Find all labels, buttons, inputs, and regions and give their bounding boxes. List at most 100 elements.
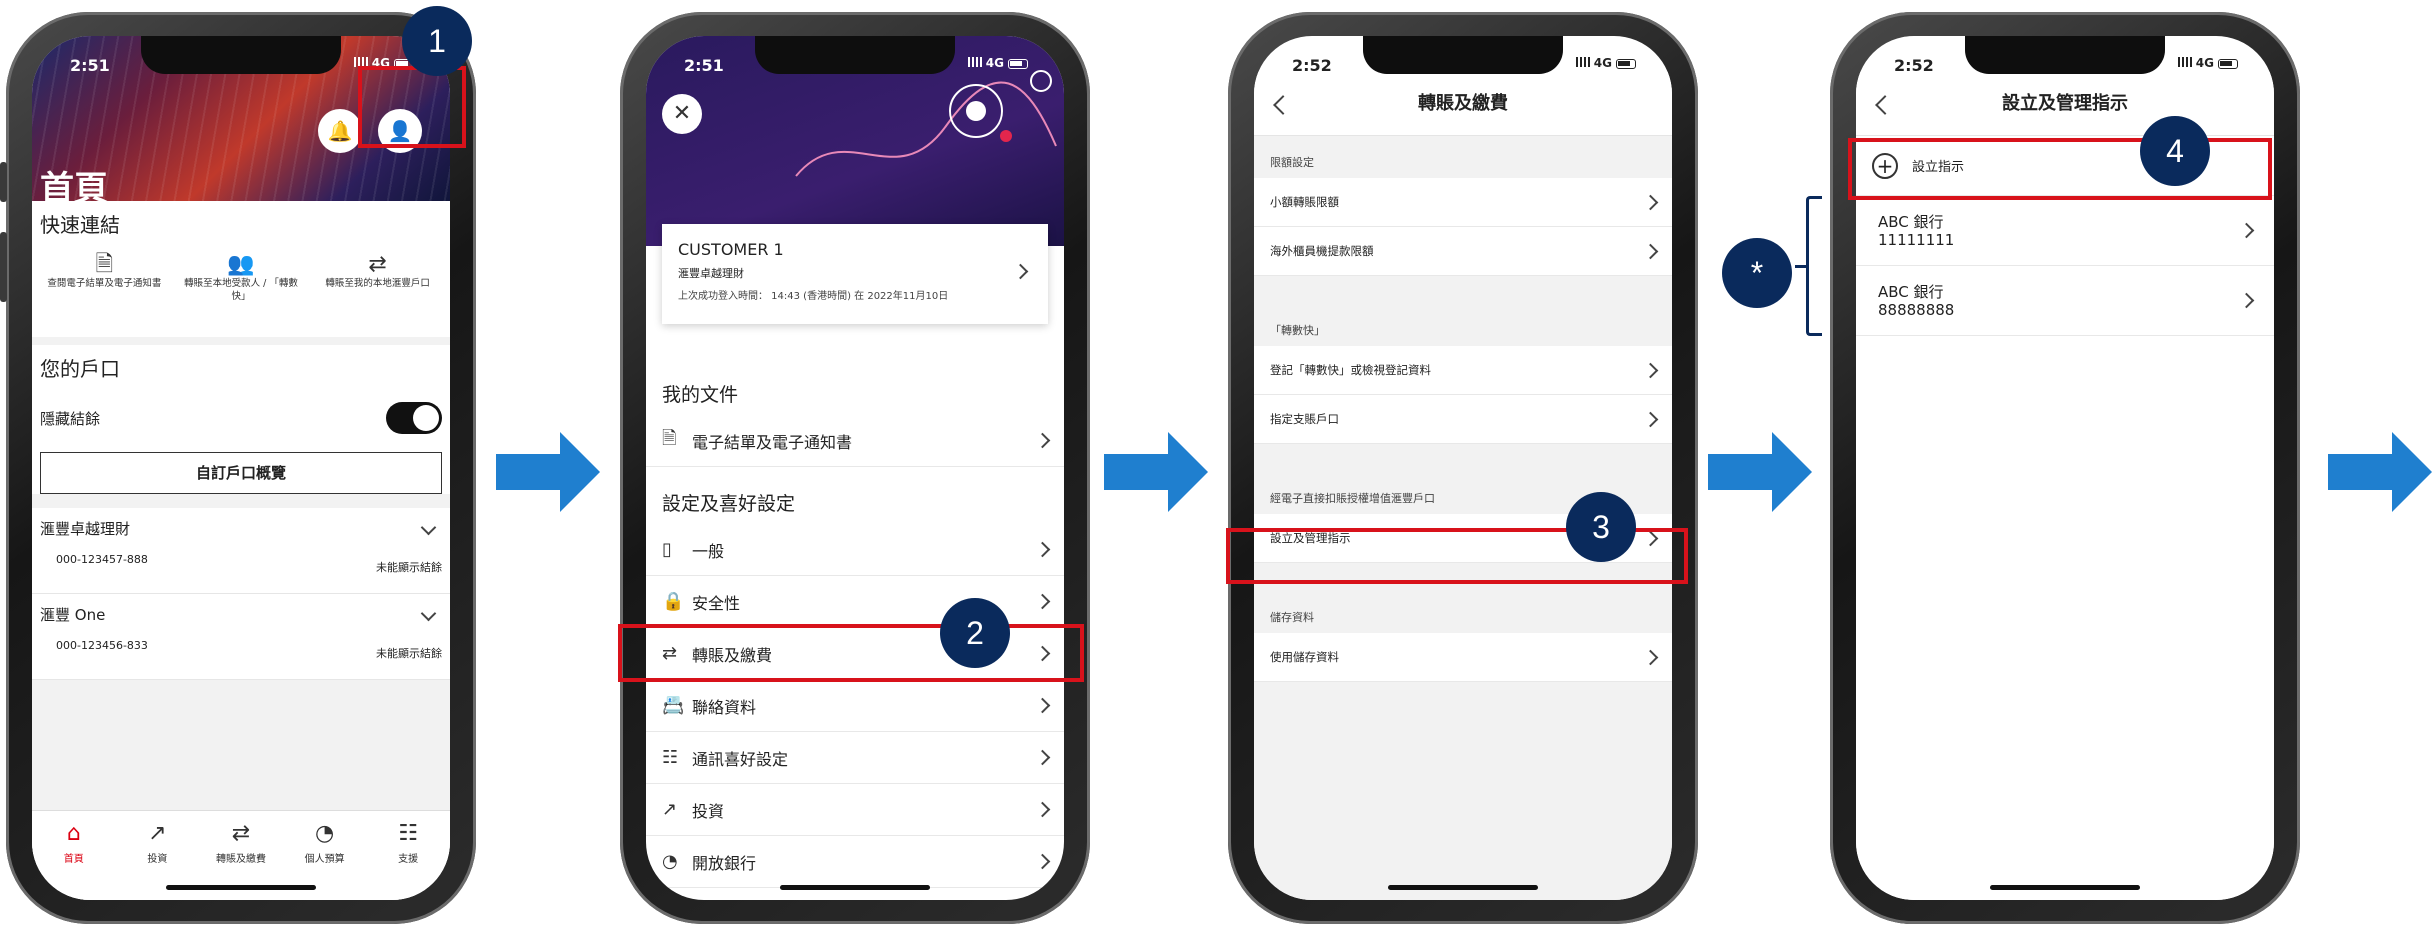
signal-icon <box>353 57 368 67</box>
section-title: 我的文件 <box>662 384 739 406</box>
document-icon: 🗎 <box>95 252 114 277</box>
step-badge: 3 <box>1566 492 1636 562</box>
phone-frame-2: 2:51 4G ✕ CUSTOMER 1 滙豐卓越理財 上次成功登入時間： 14… <box>620 12 1090 924</box>
close-icon[interactable]: ✕ <box>662 94 702 134</box>
contact-card-icon: 📇 <box>662 695 685 716</box>
transfer-icon: ⇄ <box>231 821 251 846</box>
status-time: 2:52 <box>1292 56 1332 75</box>
menu-item-contact[interactable]: 📇 聯絡資料 <box>646 680 1064 732</box>
notification-bell-icon[interactable]: 🔔 <box>318 109 362 153</box>
menu-item-communication[interactable]: ☷ 通訊喜好設定 <box>646 732 1064 784</box>
menu-item-overseas-atm-limit[interactable]: 海外櫃員機提款限額 <box>1254 227 1672 276</box>
chart-icon: ↗ <box>662 799 678 820</box>
nav-bar: 設立及管理指示 <box>1856 72 2274 136</box>
network-type: 4G <box>985 56 1004 70</box>
chevron-right-icon <box>1034 801 1051 818</box>
chevron-right-icon <box>1034 853 1051 870</box>
instruction-item[interactable]: ABC 銀行 11111111 <box>1856 196 2274 266</box>
menu-item-general[interactable]: ▯ 一般 <box>646 524 1064 576</box>
chat-icon: ☷ <box>398 821 419 846</box>
chevron-right-icon <box>2238 292 2255 309</box>
menu-item-open-banking[interactable]: ◔ 開放銀行 <box>646 836 1064 888</box>
arrow-right-icon <box>496 432 600 512</box>
account-name: 滙豐 One <box>40 606 106 624</box>
section-title: 設定及喜好設定 <box>662 493 796 515</box>
battery-icon <box>1616 58 1636 69</box>
hide-balance-toggle[interactable] <box>386 402 442 434</box>
menu-item-debit-account[interactable]: 指定支賬戶口 <box>1254 395 1672 444</box>
document-icon: 🗎 <box>662 427 677 449</box>
account-card[interactable]: 滙豐 One 000-123456-833 未能顯示結餘 <box>32 594 450 680</box>
chevron-right-icon <box>1642 649 1659 665</box>
account-card[interactable]: 滙豐卓越理財 000-123457-888 未能顯示結餘 <box>32 508 450 594</box>
home-icon: ⌂ <box>66 821 81 846</box>
add-instruction-label: 設立指示 <box>1912 160 1965 175</box>
signal-icon <box>967 57 982 67</box>
hide-balance-label: 隱藏結餘 <box>40 409 101 428</box>
quick-link-own-account[interactable]: ⇄ 轉賬至我的本地滙豐戶口 <box>317 252 439 303</box>
tab-support[interactable]: ☷ 支援 <box>373 821 443 900</box>
phone-icon: ▯ <box>662 539 672 560</box>
phone-frame-1: 2:51 4G 🔔 👤 首頁 快速連結 🗎 查閱電子結單及電子通知書 👥 轉賬至本地… <box>0 12 476 924</box>
phone-frame-4: 2:52 4G 設立及管理指示 + 設立指示 ABC 銀行 11111111 AB… <box>1830 12 2300 924</box>
open-banking-icon: ◔ <box>662 851 678 872</box>
account-name: 滙豐卓越理財 <box>40 520 131 538</box>
add-instruction-button[interactable]: + 設立指示 <box>1856 136 2274 196</box>
chevron-right-icon <box>1642 194 1659 210</box>
chevron-right-icon <box>1034 645 1051 662</box>
exchange-icon: ⇄ <box>368 252 387 277</box>
balance-status: 未能顯示結餘 <box>376 647 442 660</box>
page-title: 設立及管理指示 <box>2002 93 2128 114</box>
customer-name: CUSTOMER 1 <box>678 240 784 259</box>
page-title: 轉賬及繳費 <box>1418 93 1508 114</box>
menu-item-small-transfer-limit[interactable]: 小額轉賬限額 <box>1254 178 1672 227</box>
notch <box>1965 36 2165 74</box>
screen-home: 2:51 4G 🔔 👤 首頁 快速連結 🗎 查閱電子結單及電子通知書 👥 轉賬至本地… <box>32 36 450 900</box>
group-header: 「轉數快」 <box>1270 324 1325 337</box>
chevron-right-icon <box>1642 362 1659 378</box>
status-time: 2:51 <box>70 56 110 75</box>
step-badge: 1 <box>402 6 472 76</box>
chevron-right-icon <box>1642 530 1659 546</box>
transfer-person-icon: 👥 <box>227 252 255 277</box>
balance-status: 未能顯示結餘 <box>376 561 442 574</box>
last-login: 上次成功登入時間： 14:43 (香港時間) 在 2022年11月10日 <box>678 291 949 302</box>
step-badge: 4 <box>2140 116 2210 186</box>
tab-home[interactable]: ⌂ 首頁 <box>39 821 109 900</box>
screen-manage-instructions: 2:52 4G 設立及管理指示 + 設立指示 ABC 銀行 11111111 AB… <box>1856 36 2274 900</box>
plus-circle-icon: + <box>1872 152 1898 179</box>
screen-transfer-settings: 2:52 4G 轉賬及繳費 限額設定 小額轉賬限額 海外櫃員機提款限額 「轉數快… <box>1254 36 1672 900</box>
signal-icon <box>2177 57 2192 67</box>
group-header: 限額設定 <box>1270 156 1314 169</box>
notch <box>755 36 955 74</box>
bank-name: ABC 銀行 <box>1878 282 1944 301</box>
exchange-icon: ⇄ <box>662 643 678 664</box>
customize-accounts-button[interactable]: 自訂戶口概覽 <box>40 452 442 494</box>
chevron-right-icon <box>1642 243 1659 259</box>
notch <box>141 36 341 74</box>
customer-card[interactable]: CUSTOMER 1 滙豐卓越理財 上次成功登入時間： 14:43 (香港時間)… <box>662 224 1048 324</box>
battery-icon <box>1008 58 1028 69</box>
budget-icon: ◔ <box>314 821 335 846</box>
quick-link-transfer-payee[interactable]: 👥 轉賬至本地受款人 / 「轉數快」 <box>180 252 302 303</box>
instruction-item[interactable]: ABC 銀行 88888888 <box>1856 266 2274 336</box>
back-arrow-icon[interactable] <box>1273 95 1293 115</box>
chart-icon: ↗ <box>148 821 167 846</box>
menu-item-estatements[interactable]: 🗎 電子結單及電子通知書 <box>646 415 1064 467</box>
chevron-right-icon <box>1034 697 1051 714</box>
nav-bar: 轉賬及繳費 <box>1254 72 1672 136</box>
menu-item-saved-data[interactable]: 使用儲存資料 <box>1254 633 1672 682</box>
battery-icon <box>2218 58 2238 69</box>
notch <box>1363 36 1563 74</box>
profile-icon[interactable]: 👤 <box>378 109 422 153</box>
back-arrow-icon[interactable] <box>1875 95 1895 115</box>
quick-links: 🗎 查閱電子結單及電子通知書 👥 轉賬至本地受款人 / 「轉數快」 ⇄ 轉賬至我的本地… <box>32 246 450 315</box>
quick-link-estatements[interactable]: 🗎 查閱電子結單及電子通知書 <box>43 252 165 303</box>
menu-item-fps-register[interactable]: 登記「轉數快」或檢視登記資料 <box>1254 346 1672 395</box>
network-type: 4G <box>371 56 390 70</box>
arrow-right-icon <box>1104 432 1208 512</box>
menu-item-invest[interactable]: ↗ 投資 <box>646 784 1064 836</box>
arrow-right-icon <box>2328 432 2432 512</box>
bracket-marker <box>1795 196 1822 336</box>
group-header: 儲存資料 <box>1270 611 1314 624</box>
